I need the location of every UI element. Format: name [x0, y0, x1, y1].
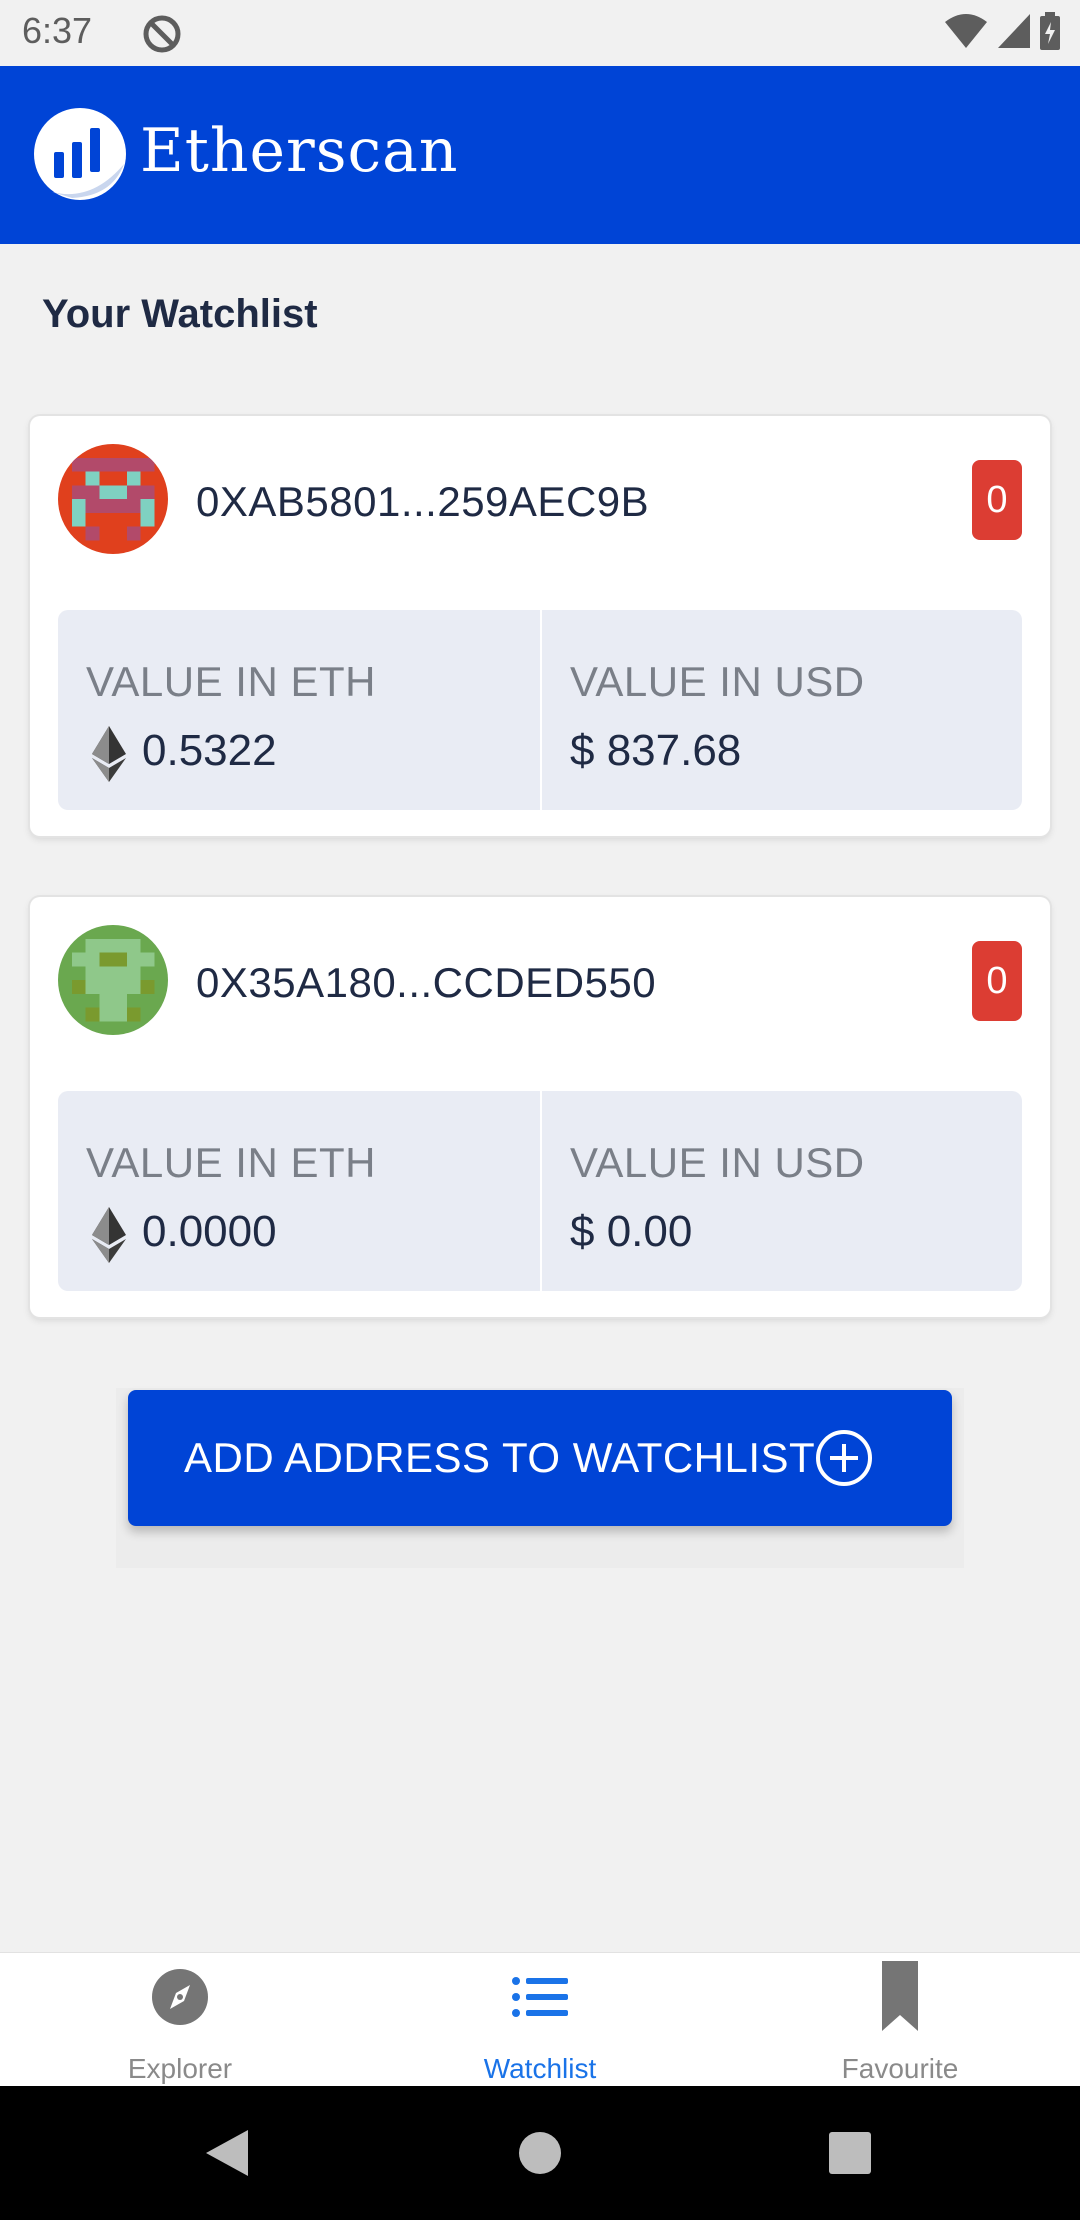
brand-name: Etherscan	[140, 116, 459, 186]
do-not-disturb-icon	[143, 15, 181, 53]
home-icon[interactable]	[518, 2131, 562, 2175]
eth-value-column: VALUE IN ETH 0.0000	[58, 1091, 540, 1291]
usd-value-label: VALUE IN USD	[570, 1139, 865, 1186]
nav-label: Favourite	[841, 2053, 959, 2084]
status-bar: 6:37	[0, 0, 1080, 66]
nav-label: Explorer	[127, 2053, 233, 2084]
usd-value: $ 837.68	[570, 726, 742, 775]
app-header: Etherscan	[0, 66, 1080, 244]
nav-label: Watchlist	[483, 2053, 597, 2084]
count-badge: 0	[972, 941, 1022, 1021]
eth-value: 0.0000	[142, 1207, 277, 1256]
address-avatar	[58, 925, 168, 1035]
add-address-button[interactable]: ADD ADDRESS TO WATCHLIST	[128, 1390, 952, 1526]
recents-icon[interactable]	[828, 2131, 872, 2175]
value-summary: VALUE IN ETH 0.5322 VALUE IN USD $ 837.6…	[58, 610, 1022, 810]
usd-value-column: VALUE IN USD $ 837.68	[540, 610, 1022, 810]
wallet-address: 0XAB5801...259AEC9B	[196, 478, 650, 525]
ethereum-icon	[92, 726, 126, 782]
usd-value: $ 0.00	[570, 1207, 693, 1256]
eth-value-column: VALUE IN ETH 0.5322	[58, 610, 540, 810]
address-avatar	[58, 444, 168, 554]
watchlist-card[interactable]: 0XAB5801...259AEC9B 0 VALUE IN ETH 0.532…	[30, 416, 1050, 836]
page-title: Your Watchlist	[42, 292, 318, 336]
compass-icon	[152, 1969, 208, 2025]
eth-value-label: VALUE IN ETH	[86, 1139, 376, 1186]
etherscan-logo-icon	[34, 108, 126, 200]
usd-value-label: VALUE IN USD	[570, 658, 865, 705]
ethereum-icon	[92, 1207, 126, 1263]
bookmark-icon	[882, 1961, 918, 2031]
back-icon[interactable]	[204, 2128, 250, 2178]
nav-item-favourite[interactable]: Favourite	[720, 1953, 1080, 2087]
nav-item-watchlist[interactable]: Watchlist	[360, 1953, 720, 2087]
status-time: 6:37	[22, 10, 93, 51]
add-address-label: ADD ADDRESS TO WATCHLIST	[184, 1434, 816, 1481]
system-navigation-bar	[0, 2086, 1080, 2220]
nav-item-explorer[interactable]: Explorer	[0, 1953, 360, 2087]
bottom-navigation: Explorer Watchlist Favourite	[0, 1952, 1080, 2087]
signal-icon	[997, 14, 1030, 48]
watchlist-card[interactable]: 0X35A180...CCDED550 0 VALUE IN ETH 0.000…	[30, 897, 1050, 1317]
usd-value-column: VALUE IN USD $ 0.00	[540, 1091, 1022, 1291]
wifi-icon	[945, 14, 988, 48]
eth-value-label: VALUE IN ETH	[86, 658, 376, 705]
count-badge: 0	[972, 460, 1022, 540]
wallet-address: 0X35A180...CCDED550	[196, 959, 657, 1006]
list-icon	[512, 1977, 568, 2017]
add-circle-icon	[816, 1430, 872, 1486]
value-summary: VALUE IN ETH 0.0000 VALUE IN USD $ 0.00	[58, 1091, 1022, 1291]
status-indicators	[943, 12, 1062, 52]
battery-icon	[1040, 12, 1060, 50]
eth-value: 0.5322	[142, 726, 277, 775]
